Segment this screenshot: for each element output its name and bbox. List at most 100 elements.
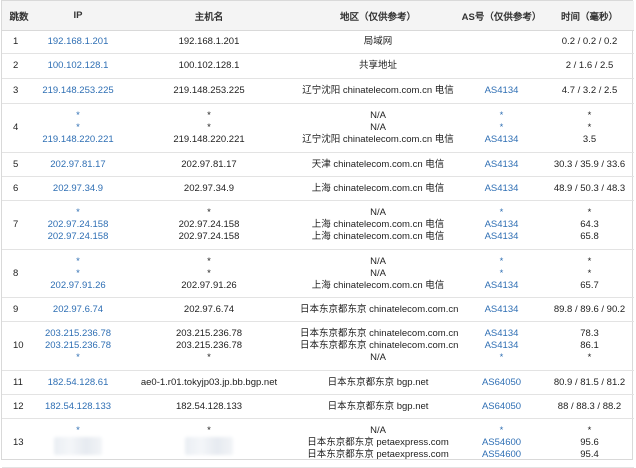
ip-cell[interactable]: 100.102.128.1	[36, 53, 120, 79]
ip-cell-line[interactable]: 219.148.253.225	[38, 85, 118, 97]
ip-cell-line[interactable]: 219.148.220.221	[38, 134, 118, 146]
ip-cell-line[interactable]: *	[38, 352, 118, 364]
asn-cell-line[interactable]: *	[460, 425, 543, 437]
host-cell-line: *	[207, 255, 211, 267]
ip-cell[interactable]: * 202.97.24.158 202.97.24.158	[36, 200, 120, 250]
ip-cell-line[interactable]: 203.215.236.78	[38, 328, 118, 340]
asn-cell[interactable]: AS4134	[458, 176, 545, 201]
time-cell-line: 95.6	[580, 437, 599, 448]
asn-cell-line[interactable]: AS54600	[460, 449, 543, 461]
asn-cell-line[interactable]: AS4134	[460, 183, 543, 195]
asn-cell-line[interactable]: *	[460, 352, 543, 364]
time-cell-line: 65.8	[580, 231, 599, 242]
region-cell-line: 上海 chinatelecom.com.cn 电信	[311, 219, 445, 230]
region-cell-line: 局域网	[363, 36, 393, 47]
ip-cell[interactable]: 202.97.6.74	[36, 297, 120, 322]
time-cell-line: *	[587, 110, 592, 121]
asn-cell[interactable]: AS64050	[458, 394, 545, 419]
time-cell-line: *	[587, 255, 592, 267]
asn-cell-line[interactable]: *	[460, 122, 543, 134]
host-cell-line: 202.97.34.9	[183, 182, 235, 194]
asn-cell-line[interactable]: AS4134	[460, 134, 543, 146]
ip-cell-line[interactable]: *	[38, 207, 118, 219]
time-cell-line: *	[587, 425, 592, 436]
ip-cell-line[interactable]: 202.97.34.9	[38, 183, 118, 195]
asn-cell-line[interactable]: AS4134	[460, 340, 543, 352]
hop-cell: 8	[2, 249, 36, 298]
ip-cell-line[interactable]: *	[38, 256, 118, 268]
ip-cell-line[interactable]: *	[38, 122, 118, 134]
asn-cell-line[interactable]: AS4134	[460, 85, 543, 97]
asn-cell[interactable]: AS4134	[458, 78, 545, 104]
asn-cell[interactable]: AS64050	[458, 370, 545, 395]
asn-cell[interactable]: AS4134	[458, 297, 545, 322]
ip-cell-line[interactable]: 182.54.128.133	[38, 401, 118, 413]
region-cell-line: 日本东京都东京 chinatelecom.com.cn 电信	[300, 340, 458, 351]
ip-cell-line[interactable]: 192.168.1.201	[38, 36, 118, 48]
time-cell: 4.7 / 3.2 / 2.5	[545, 78, 634, 104]
header-asn: AS号（仅供参考）	[458, 1, 545, 31]
hop-cell: 7	[2, 200, 36, 250]
asn-cell-line[interactable]: *	[460, 110, 543, 122]
asn-cell-line[interactable]	[460, 60, 543, 72]
ip-cell-line[interactable]: 202.97.6.74	[38, 304, 118, 316]
ip-cell-line[interactable]: 100.102.128.1	[38, 60, 118, 72]
asn-cell-line[interactable]: AS4134	[460, 159, 543, 171]
region-cell-line: N/A	[370, 267, 386, 279]
ip-cell[interactable]: * * 219.148.220.221	[36, 103, 120, 153]
asn-cell-line[interactable]: *	[460, 207, 543, 219]
asn-cell[interactable]	[458, 53, 545, 79]
ip-cell-line[interactable]: *	[38, 268, 118, 280]
ip-cell[interactable]: * * 202.97.91.26	[36, 249, 120, 298]
asn-cell-line[interactable]: AS4134	[460, 304, 543, 316]
ip-cell-line[interactable]: 202.97.24.158	[38, 219, 118, 231]
host-cell: 182.54.128.133	[120, 394, 298, 419]
ip-cell[interactable]: 182.54.128.133	[36, 394, 120, 419]
asn-cell-line[interactable]: AS4134	[460, 231, 543, 243]
ip-cell[interactable]: 182.54.128.61	[36, 370, 120, 395]
host-cell: *	[120, 418, 298, 468]
ip-cell[interactable]: *	[36, 418, 120, 468]
region-cell: 天津 chinatelecom.com.cn 电信	[298, 152, 458, 177]
region-cell-line: 日本东京都东京 bgp.net	[327, 400, 429, 412]
ip-cell-line[interactable]: 202.97.24.158	[38, 231, 118, 243]
ip-cell[interactable]: 203.215.236.78 203.215.236.78 *	[36, 321, 120, 371]
ip-cell-line[interactable]: 202.97.81.17	[38, 159, 118, 171]
region-cell-line: N/A	[370, 207, 386, 218]
asn-cell[interactable]: AS4134	[458, 152, 545, 177]
host-cell-line: 182.54.128.133	[175, 400, 243, 412]
asn-cell[interactable]	[458, 30, 545, 54]
ip-cell[interactable]: 202.97.81.17	[36, 152, 120, 177]
asn-cell-line[interactable]: AS4134	[460, 280, 543, 292]
asn-cell-line[interactable]: AS4134	[460, 328, 543, 340]
host-cell-line: 219.148.220.221	[173, 134, 245, 145]
asn-cell-line[interactable]: AS64050	[460, 377, 543, 389]
asn-cell[interactable]: AS4134 AS4134 *	[458, 321, 545, 371]
host-cell: 219.148.253.225	[120, 78, 298, 104]
time-cell: * 95.6 95.4	[545, 418, 634, 468]
ip-cell-line[interactable]: 202.97.91.26	[38, 280, 118, 292]
asn-cell-line[interactable]: AS54600	[460, 437, 543, 449]
time-cell: 2 / 1.6 / 2.5	[545, 53, 634, 79]
asn-cell[interactable]: * * AS4134	[458, 103, 545, 153]
time-cell: 30.3 / 35.9 / 33.6	[545, 152, 634, 177]
ip-cell[interactable]: 219.148.253.225	[36, 78, 120, 104]
ip-cell[interactable]: 202.97.34.9	[36, 176, 120, 201]
ip-cell-line[interactable]: 203.215.236.78	[38, 340, 118, 352]
ip-cell-line[interactable]: *	[38, 425, 118, 437]
asn-cell-line[interactable]: *	[460, 256, 543, 268]
asn-cell[interactable]: * * AS4134	[458, 249, 545, 298]
asn-cell-line[interactable]	[460, 36, 543, 48]
asn-cell-line[interactable]: AS4134	[460, 219, 543, 231]
table-row: 12 182.54.128.133 182.54.128.133 日本东京都东京 bg…	[2, 394, 634, 419]
asn-cell[interactable]: * AS54600 AS54600	[458, 418, 545, 468]
asn-cell-line[interactable]: *	[460, 268, 543, 280]
table-row: 13 * * N/A 日本东京都东京 petaexpress.com 日本东京都东京 pe…	[2, 418, 634, 468]
region-cell-line: 辽宁沈阳 chinatelecom.com.cn 电信	[302, 85, 454, 96]
asn-cell[interactable]: * AS4134 AS4134	[458, 200, 545, 250]
ip-cell[interactable]: 192.168.1.201	[36, 30, 120, 54]
time-cell: 89.8 / 89.6 / 90.2	[545, 297, 634, 322]
asn-cell-line[interactable]: AS64050	[460, 401, 543, 413]
ip-cell-line[interactable]: 182.54.128.61	[38, 377, 118, 389]
ip-cell-line[interactable]: *	[38, 110, 118, 122]
